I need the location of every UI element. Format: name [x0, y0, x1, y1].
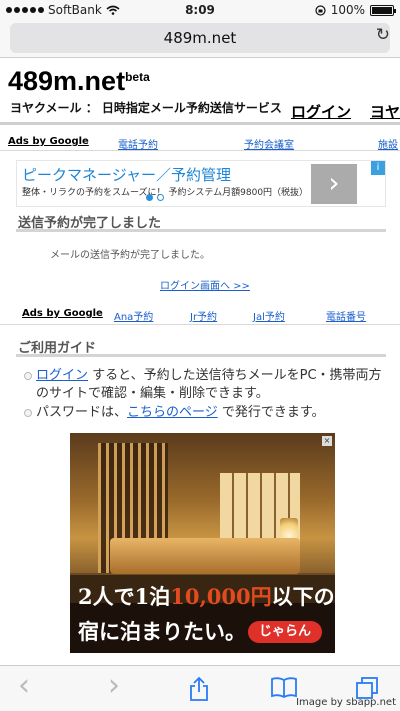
site-title[interactable]: 489m.netbeta — [8, 66, 150, 97]
guide-password-text-1: パスワードは、 — [36, 405, 128, 420]
guide-item-password: パスワードは、こちらのページ で発行できます。 — [24, 404, 386, 422]
banner-ad-title[interactable]: ピークマネージャー／予約管理 — [22, 164, 231, 185]
login-nav-link[interactable]: ログイン — [291, 101, 351, 122]
status-bar: SoftBank 8:09 100% — [0, 0, 400, 20]
jalan-logo: じゃらん — [248, 621, 322, 643]
ad-price: 10,000円 — [170, 584, 272, 609]
url-field[interactable]: 489m.net — [10, 23, 390, 53]
pager-dot-active[interactable] — [146, 194, 153, 201]
reload-icon[interactable]: ↻ — [376, 25, 390, 45]
completion-message: メールの送信予約が完了しました。 — [50, 250, 210, 261]
site-tagline: ヨヤクメール ： 日時指定メール予約送信サービス — [10, 101, 282, 115]
guide-divider — [16, 354, 386, 357]
banner-ad-description: 整体・リラクの予約をスムーズに！ 予約システム月額9800円（税抜） — [22, 188, 309, 198]
pager-dot[interactable] — [157, 194, 164, 201]
forward-icon[interactable]: › — [108, 668, 120, 703]
battery-group: 100% — [315, 3, 396, 17]
ad-link-jr[interactable]: Jr予約 — [190, 308, 217, 323]
site-title-text: 489m.net — [8, 66, 126, 96]
battery-icon — [370, 4, 396, 16]
battery-percent: 100% — [330, 3, 365, 17]
password-page-link[interactable]: こちらのページ — [127, 405, 218, 420]
mid-ad-links: Ads by Google Ana予約 Jr予約 Jal予約 電話番号 — [0, 306, 400, 324]
ad-headline-b: 以下の — [271, 584, 335, 609]
header-divider — [0, 122, 400, 125]
ad-links-divider — [0, 150, 400, 151]
ad-link-phone-number[interactable]: 電話番号 — [326, 308, 366, 323]
bookmarks-icon[interactable] — [270, 676, 298, 698]
ads-by-google-label[interactable]: Ads by Google — [8, 136, 89, 147]
ad-link-ana[interactable]: Ana予約 — [114, 308, 153, 323]
back-icon[interactable]: ‹ — [18, 668, 30, 703]
yoyaku-nav-link[interactable]: ヨヤ — [370, 101, 400, 122]
login-screen-link[interactable]: ログイン画面へ >> — [160, 277, 250, 292]
guide-login-link[interactable]: ログイン — [36, 368, 88, 383]
banner-ad[interactable]: ピークマネージャー／予約管理 整体・リラクの予約をスムーズに！ 予約システム月額… — [16, 160, 386, 207]
address-bar: 489m.net ↻ — [0, 20, 400, 58]
bullet-icon — [24, 409, 32, 417]
ad-headline-line1: 2人で1泊10,000円以下の — [78, 581, 335, 611]
ads-by-google-label-2[interactable]: Ads by Google — [22, 308, 103, 319]
ad-close-icon[interactable]: × — [322, 436, 332, 446]
jalan-inn-ad[interactable]: 2人で1泊10,000円以下の 宿に泊まりたい。 じゃらん × — [70, 433, 335, 653]
guide-item-login: ログイン すると、予約した送信待ちメールをPC・携帯両方のサイトで確認・編集・削… — [24, 367, 386, 403]
mid-links-divider — [0, 324, 400, 325]
banner-pager — [146, 194, 164, 201]
rotation-lock-icon — [315, 4, 326, 16]
ad-link-phone-reservation[interactable]: 電話予約 — [118, 136, 158, 151]
guide-password-text-2: で発行できます。 — [217, 405, 325, 420]
ad-link-jal[interactable]: Jal予約 — [253, 308, 285, 323]
beta-label: beta — [125, 70, 150, 84]
ad-info-icon[interactable]: i — [371, 161, 385, 175]
low-table — [110, 538, 300, 574]
image-credit: Image by sbapp.net — [296, 697, 396, 708]
ad-headline-a: 2人で1泊 — [78, 584, 171, 609]
completion-divider — [16, 229, 386, 232]
share-icon[interactable] — [188, 676, 210, 702]
guide-login-text: すると、予約した送信待ちメールをPC・携帯両方のサイトで確認・編集・削除できます… — [36, 368, 382, 401]
ad-headline-line2: 宿に泊まりたい。 — [78, 619, 246, 644]
bullet-icon — [24, 372, 32, 380]
ad-link-meeting-room[interactable]: 予約会議室 — [244, 136, 294, 151]
ad-link-facility[interactable]: 施設 — [378, 136, 398, 151]
banner-next-button[interactable]: › — [311, 164, 357, 204]
